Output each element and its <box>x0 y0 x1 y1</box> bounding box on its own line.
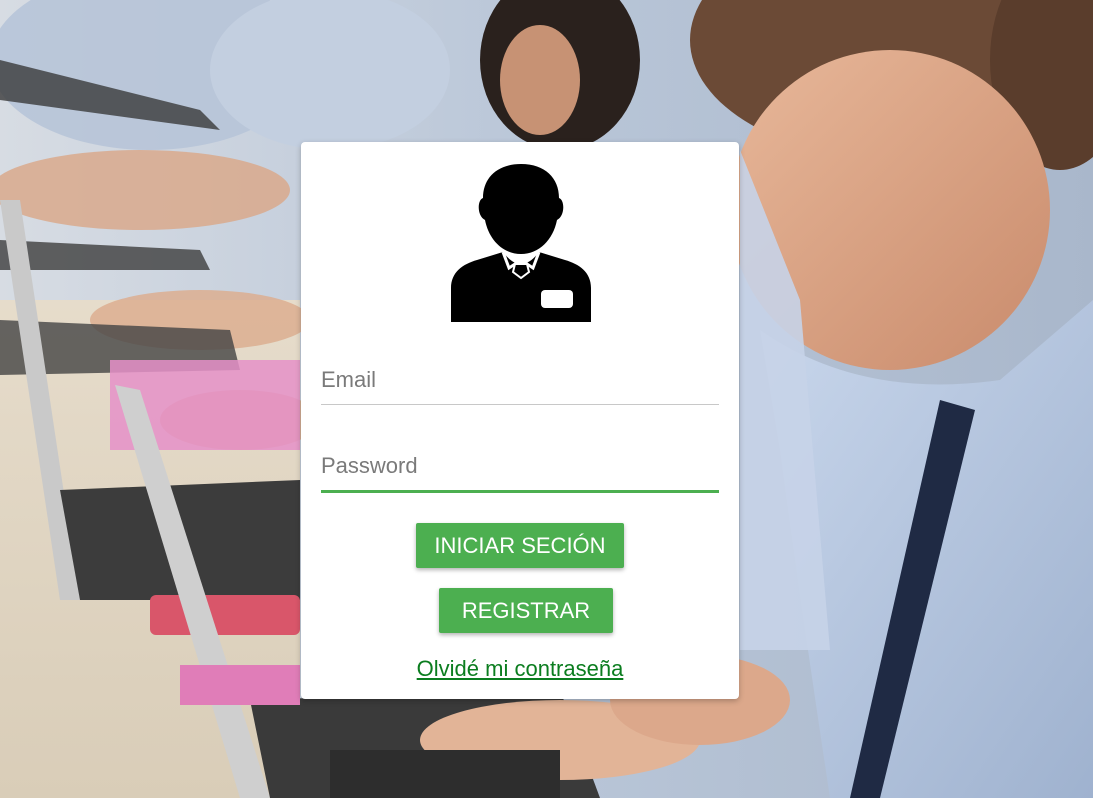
register-button[interactable]: REGISTRAR <box>439 588 613 633</box>
email-underline <box>321 404 719 405</box>
password-field <box>321 450 719 493</box>
login-card: INICIAR SECIÓN REGISTRAR Olvidé mi contr… <box>301 142 739 699</box>
email-input[interactable] <box>321 364 719 404</box>
forgot-password-link[interactable]: Olvidé mi contraseña <box>301 656 739 682</box>
password-input[interactable] <box>321 450 719 490</box>
login-button[interactable]: INICIAR SECIÓN <box>416 523 624 568</box>
email-field <box>321 364 719 405</box>
password-underline <box>321 490 719 493</box>
user-avatar-icon <box>451 164 591 322</box>
